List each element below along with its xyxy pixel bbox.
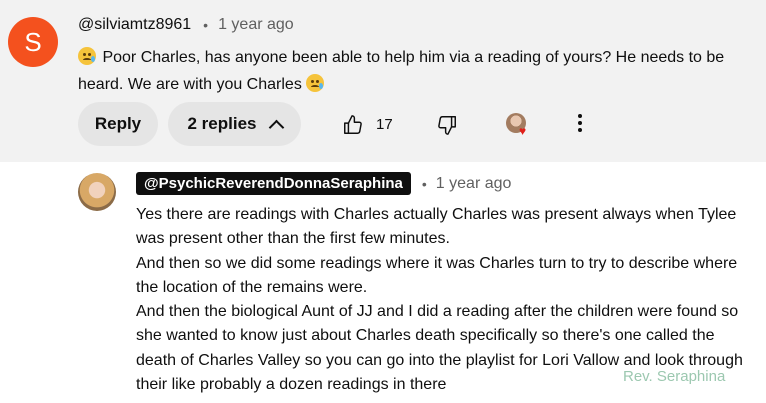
thumbs-down-icon [438,116,456,135]
comment-actions: Reply 2 replies 17 ♥ [78,102,582,146]
like-button[interactable] [342,114,364,136]
reply-author[interactable]: @PsychicReverendDonnaSeraphina [136,172,411,195]
comment-meta: @silviamtz8961 • 1 year ago [78,16,294,34]
reply-avatar[interactable] [78,173,116,211]
toggle-replies-button[interactable]: 2 replies [168,102,301,146]
sad-tear-emoji-icon [78,47,96,65]
reply-paragraph: And then so we did some readings where i… [136,254,738,296]
more-options-icon[interactable] [578,114,582,132]
comment-text-content: Poor Charles, has anyone been able to he… [78,49,725,93]
reply-time[interactable]: 1 year ago [436,175,512,193]
reply-button[interactable]: Reply [78,102,158,146]
heart-icon: ♥ [519,124,527,138]
separator-dot: • [421,175,427,192]
comment-time[interactable]: 1 year ago [218,16,294,34]
top-comment: S @silviamtz8961 • 1 year ago Poor Charl… [0,0,766,162]
reply-button-label: Reply [94,114,142,133]
separator-dot: • [203,17,209,33]
reply-paragraph: Yes there are readings with Charles actu… [136,206,737,248]
replies-label: 2 replies [187,114,257,133]
comment-text: Poor Charles, has anyone been able to he… [78,44,748,98]
dislike-button[interactable] [436,114,458,136]
like-count: 17 [376,116,393,133]
comment-author[interactable]: @silviamtz8961 [78,16,191,34]
avatar[interactable]: S [8,17,58,67]
chevron-up-icon [268,119,284,135]
thumbs-up-icon [344,115,362,134]
sad-tear-emoji-icon [306,74,325,92]
reply-meta: @PsychicReverendDonnaSeraphina • 1 year … [136,172,511,195]
avatar-letter: S [24,26,42,57]
watermark: Rev. Seraphina [623,368,726,385]
